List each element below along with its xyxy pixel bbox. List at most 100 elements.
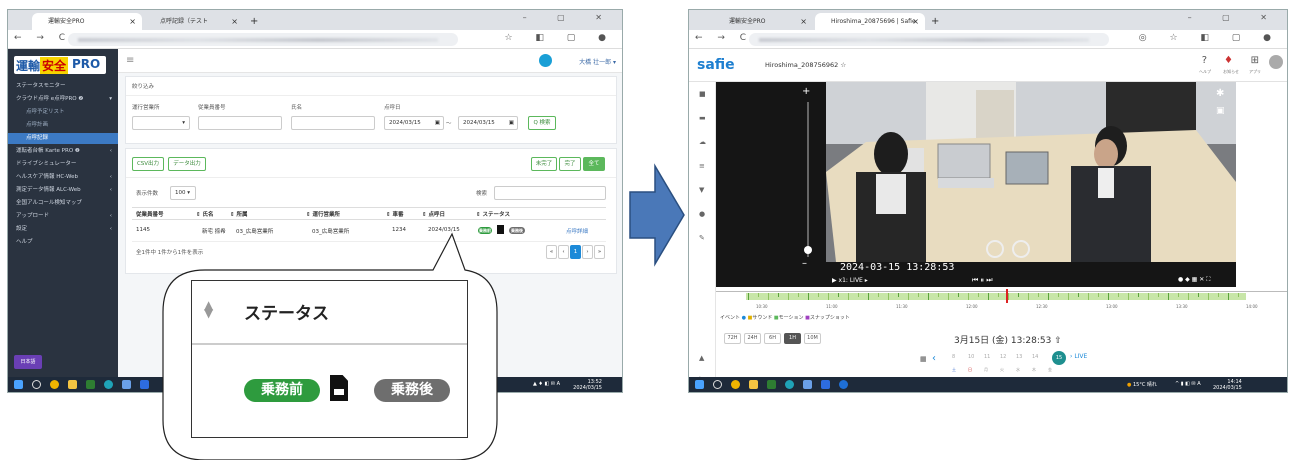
notice-label: お知らせ <box>1223 69 1239 74</box>
right-tab-safie[interactable]: Hiroshima_20875696 | Safie × <box>815 13 925 30</box>
timeline-panel: 10:30 11:00 11:30 12:00 12:30 13:00 13:30 14:00… <box>716 287 1287 379</box>
app-icon[interactable] <box>803 380 812 389</box>
settings-sliders-icon[interactable]: ≡ <box>699 162 705 170</box>
camera-icon[interactable]: ■ <box>699 90 706 98</box>
date-nav-item[interactable]: 8 <box>952 354 955 360</box>
nav-buttons[interactable]: ← → C <box>695 33 752 43</box>
timeline-tick <box>758 293 759 297</box>
range-button-72h[interactable]: 72H <box>724 333 741 344</box>
help-icon[interactable]: ? <box>1202 55 1207 66</box>
chrome-icon[interactable] <box>731 380 740 389</box>
date-nav-item[interactable]: 12 <box>1000 354 1006 360</box>
filter-icon[interactable]: ▼ <box>699 186 704 194</box>
timeline-tick <box>898 293 899 297</box>
timeline-tick <box>1148 293 1149 300</box>
timeline-tick <box>798 293 799 297</box>
window-controls[interactable]: – ▢ ✕ <box>1188 13 1281 22</box>
timeline-time-label: 13:30 <box>1176 304 1188 309</box>
help-label: ヘルプ <box>1199 69 1211 74</box>
image-icon[interactable]: ▲ <box>699 354 704 362</box>
range-button-10m[interactable]: 10M <box>804 333 821 344</box>
date-nav-item[interactable]: 14 <box>1032 354 1038 360</box>
camera-name: Hiroshima_208756962 ☆ <box>765 61 847 69</box>
play-live[interactable]: ▶ x1: LIVE ▸ <box>832 277 868 284</box>
timeline-tick <box>1198 293 1199 297</box>
share-icon[interactable]: ⇧ <box>1054 336 1062 346</box>
tab-title: 運輸安全PRO <box>729 18 766 25</box>
timeline-tick <box>1098 293 1099 297</box>
timeline-time-label: 13:00 <box>1106 304 1118 309</box>
day-letter: 日 <box>968 367 972 372</box>
timeline-time-label: 12:00 <box>966 304 978 309</box>
timeline-tick <box>1118 293 1119 297</box>
app-icon[interactable] <box>821 380 830 389</box>
timeline-tick <box>868 293 869 300</box>
windows-start-icon[interactable] <box>695 380 704 389</box>
taskbar-clock[interactable]: 14:14 2024/03/15 <box>1213 379 1242 391</box>
snapshot-icon[interactable]: ▣ <box>1216 106 1225 116</box>
video-frame <box>716 82 1236 287</box>
timeline-tick <box>788 293 789 300</box>
timeline-time-label: 11:00 <box>826 304 838 309</box>
playback-controls[interactable]: ⏮ ⏸ ⏭ <box>972 276 993 285</box>
search-icon[interactable] <box>713 380 722 389</box>
video-player[interactable]: + – ✱ ▣ 2024-03-15 13:28:53 ▶ x1: LIVE ▸… <box>716 82 1236 287</box>
weather[interactable]: ● 15°C 晴れ <box>1127 381 1157 388</box>
range-button-1h[interactable]: 1H <box>784 333 801 344</box>
timeline-tick <box>808 293 809 300</box>
right-tab-unyu[interactable]: 運輸安全PRO × <box>713 13 813 30</box>
calendar-icon[interactable]: ▦ <box>920 355 927 363</box>
timeline-tick <box>1188 293 1189 300</box>
chrome-icon[interactable] <box>839 380 848 389</box>
timeline-tick <box>1038 293 1039 297</box>
tool-icon[interactable]: ✎ <box>699 234 705 242</box>
close-icon[interactable]: × <box>912 13 919 30</box>
right-taskbar: ● 15°C 晴れ ^ ▮ ◧ ✉ A 14:14 2024/03/15 <box>689 377 1287 392</box>
avatar[interactable] <box>1269 55 1283 69</box>
live-button[interactable]: › LIVE <box>1070 353 1087 360</box>
player-toolbar-icons[interactable]: ● ◆ ▦ ✕ ⛶ <box>1178 276 1210 284</box>
bell-icon[interactable]: ♦ <box>1224 55 1233 66</box>
apps-grid-icon[interactable]: ⊞ <box>1251 55 1259 66</box>
timeline-tick <box>838 293 839 297</box>
apps-label: アプリ <box>1249 69 1261 74</box>
day-letter: 木 <box>1032 367 1036 372</box>
prev-day-icon[interactable]: ‹ <box>932 353 936 364</box>
zoom-out-icon[interactable]: – <box>802 258 807 269</box>
rewind-15-icon[interactable] <box>986 240 1004 258</box>
browser-toolbar-icons[interactable]: ◎ ☆ ◧ ▢ ● <box>1139 33 1281 43</box>
timeline-tick <box>1128 293 1129 300</box>
app-icon[interactable] <box>767 380 776 389</box>
zoom-slider-handle[interactable] <box>804 246 812 254</box>
new-tab-icon[interactable]: + <box>931 13 939 30</box>
timeline-track[interactable] <box>746 293 1246 300</box>
timeline-tick <box>848 293 849 300</box>
explorer-icon[interactable] <box>749 380 758 389</box>
tab-title: Hiroshima_20875696 | Safie <box>831 18 916 25</box>
timeline-tick <box>1178 293 1179 297</box>
range-button-6h[interactable]: 6H <box>764 333 781 344</box>
safie-side-rail: ■ ▬ ☁ ≡ ▼ ● ✎ ▲ › <box>689 82 716 382</box>
user-icon[interactable]: ● <box>699 210 705 218</box>
timeline-tick <box>938 293 939 297</box>
timeline-tick <box>1088 293 1089 300</box>
safie-logo[interactable]: safie <box>697 57 735 73</box>
cloud-icon[interactable]: ☁ <box>699 138 706 146</box>
edge-icon[interactable] <box>785 380 794 389</box>
settings-icon[interactable]: ✱ <box>1216 88 1224 99</box>
timeline-tick <box>1028 293 1029 300</box>
timeline-tick <box>908 293 909 300</box>
forward-15-icon[interactable] <box>1012 240 1030 258</box>
date-nav-item[interactable]: 11 <box>984 354 990 360</box>
date-nav-item[interactable]: 10 <box>968 354 974 360</box>
list-icon[interactable]: ▬ <box>699 114 706 122</box>
timeline-tick <box>1228 293 1229 300</box>
date-nav-item[interactable]: 13 <box>1016 354 1022 360</box>
close-icon[interactable]: × <box>800 13 807 30</box>
zoom-in-icon[interactable]: + <box>802 86 810 97</box>
timeline-cursor[interactable] <box>1006 289 1008 303</box>
range-button-24h[interactable]: 24H <box>744 333 761 344</box>
url-field[interactable] <box>749 33 1109 46</box>
date-15-selected[interactable]: 15 <box>1052 351 1066 365</box>
tray-icons[interactable]: ^ ▮ ◧ ✉ A <box>1175 381 1201 387</box>
